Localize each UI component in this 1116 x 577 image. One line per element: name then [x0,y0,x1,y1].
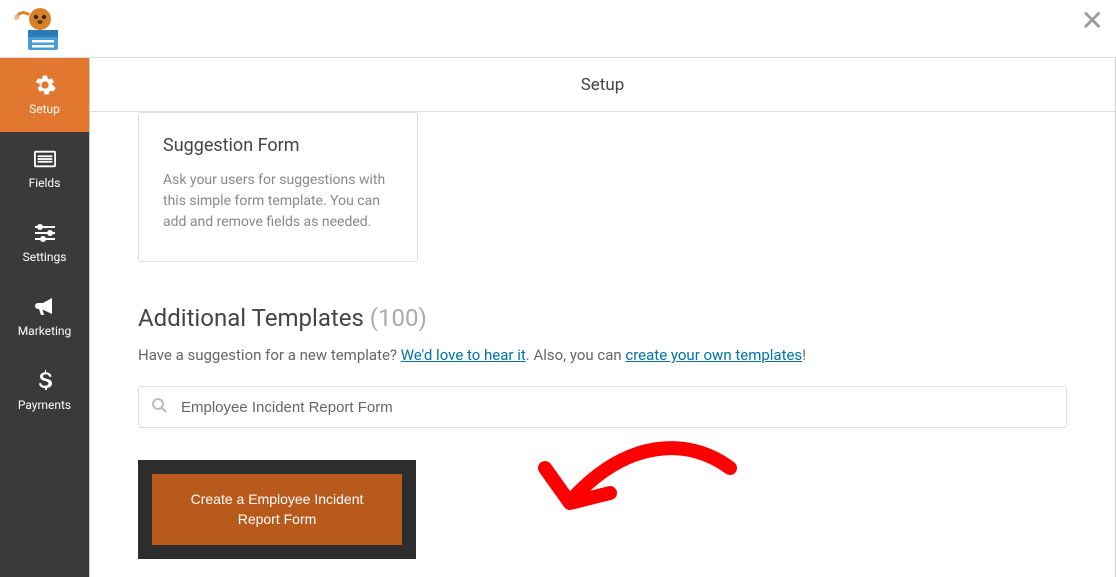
template-card-desc: Ask your users for suggestions with this… [163,170,393,233]
template-card-title: Suggestion Form [163,135,393,156]
sliders-icon [34,222,56,244]
create-own-link[interactable]: create your own templates [625,346,802,364]
dollar-icon [34,370,56,392]
sidebar-item-settings[interactable]: Settings [0,206,89,280]
suggestion-text: Have a suggestion for a new template? We… [138,346,1067,364]
close-icon[interactable]: ✕ [1081,4,1104,37]
fields-icon [34,148,56,170]
sidebar-item-setup[interactable]: Setup [0,58,89,132]
search-input[interactable] [138,386,1067,428]
additional-templates-heading: Additional Templates (100) [138,304,1067,332]
sidebar-item-label: Settings [23,250,67,264]
setup-panel: Suggestion Form Ask your users for sugge… [90,112,1115,577]
bullhorn-icon [34,296,56,318]
sidebar-item-label: Payments [18,398,71,412]
sidebar-item-label: Fields [29,176,61,190]
template-search [138,386,1067,428]
feedback-link[interactable]: We'd love to hear it [401,346,526,364]
gear-icon [34,74,56,96]
search-icon [151,397,167,417]
sidebar-item-label: Setup [29,102,60,116]
sidebar-item-payments[interactable]: Payments [0,354,89,428]
sidebar-item-marketing[interactable]: Marketing [0,280,89,354]
top-bar: ✕ [0,0,1116,58]
sidebar-item-fields[interactable]: Fields [0,132,89,206]
template-card-suggestion-form[interactable]: Suggestion Form Ask your users for sugge… [138,112,418,262]
sidebar-item-label: Marketing [18,324,72,338]
create-template-button[interactable]: Create a Employee Incident Report Form [152,474,402,545]
sidebar: Setup Fields Settings Marketing Payments [0,58,89,577]
template-result-tile: Create a Employee Incident Report Form [138,460,416,559]
template-count: (100) [370,304,427,332]
tab-header: Setup [90,58,1115,112]
page-title: Setup [581,75,625,95]
wpforms-logo [12,5,68,53]
content-area: Setup Suggestion Form Ask your users for… [89,58,1116,577]
